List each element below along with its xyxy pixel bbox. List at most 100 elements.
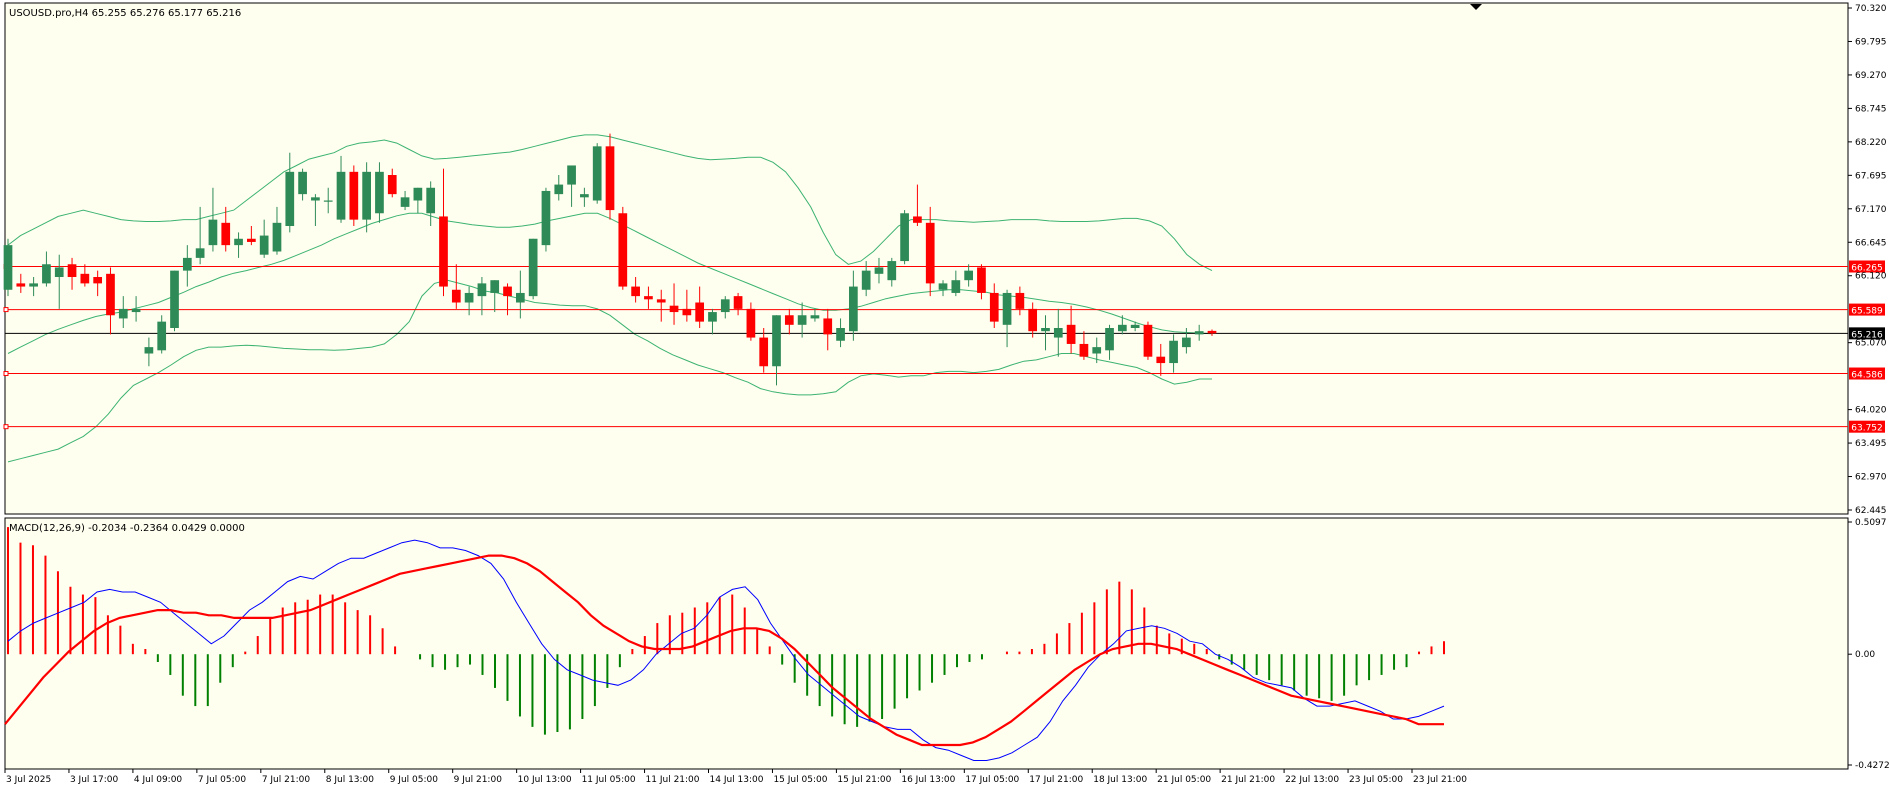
price-tick-label: 63.495 — [1855, 439, 1887, 449]
candle-body — [669, 305, 679, 313]
price-tick-label: 66.645 — [1855, 238, 1887, 248]
candle-body — [900, 213, 909, 262]
candle-body — [118, 308, 128, 319]
trading-chart[interactable]: 66.265 65.589 64.586 63.752 65.216 70.320 69.… — [0, 0, 1889, 792]
price-tick-label: 62.970 — [1855, 473, 1887, 483]
candle-body — [656, 299, 666, 303]
candle-body — [1105, 328, 1114, 351]
candle-body — [42, 264, 51, 284]
time-tick-label: 8 Jul 13:00 — [326, 775, 375, 785]
time-tick-label: 22 Jul 13:00 — [1285, 775, 1339, 785]
price-tick-label: 67.170 — [1855, 205, 1887, 215]
candle-body — [977, 267, 986, 293]
time-tick-label: 21 Jul 05:00 — [1157, 775, 1211, 785]
candle-body — [349, 171, 359, 220]
candle-body — [221, 222, 231, 246]
level-handle-3 — [3, 424, 9, 430]
price-tick-label: 67.695 — [1855, 171, 1887, 181]
candle-body — [989, 292, 999, 322]
level-handle-2 — [3, 371, 9, 377]
candle-body — [259, 235, 269, 255]
candle-body — [964, 270, 973, 281]
candle-body — [451, 289, 461, 303]
macd-pane[interactable] — [4, 517, 1849, 770]
candle-body — [1130, 324, 1140, 329]
chart-svg[interactable]: 66.26565.58964.58663.75265.216 70.32069.… — [0, 0, 1889, 792]
candle-body — [720, 299, 730, 313]
candle-body — [810, 315, 820, 319]
candle-body — [3, 245, 13, 290]
candle-body — [541, 190, 551, 246]
candle-body — [1053, 328, 1063, 338]
candle-body — [913, 216, 922, 223]
price-tick-label: 68.220 — [1855, 138, 1887, 148]
candle-body — [631, 286, 640, 297]
price-tick-label: 68.745 — [1855, 104, 1887, 114]
candle-body — [170, 270, 179, 329]
time-tick-label: 4 Jul 09:00 — [134, 775, 183, 785]
candle-body — [887, 261, 897, 281]
candle-body — [938, 283, 948, 290]
time-tick-label: 11 Jul 05:00 — [582, 775, 636, 785]
level-price-label-2: 64.586 — [1851, 371, 1883, 381]
candle-body — [682, 308, 692, 316]
price-tick-label: 62.445 — [1855, 506, 1887, 516]
candle-body — [849, 286, 858, 332]
price-tick-label: 66.120 — [1855, 272, 1887, 282]
time-tick-label: 10 Jul 13:00 — [518, 775, 572, 785]
candle — [3, 238, 13, 297]
chart-header: USOUSD.pro,H4 65.255 65.276 65.177 65.21… — [9, 8, 241, 19]
price-tick-label: 65.070 — [1855, 339, 1887, 349]
candle-body — [285, 171, 295, 227]
candle-body — [387, 175, 397, 195]
candle-body — [554, 184, 564, 195]
time-tick-label: 11 Jul 21:00 — [646, 775, 700, 785]
candle-body — [234, 238, 243, 246]
candle — [349, 165, 359, 227]
level-price-label-3: 63.752 — [1851, 424, 1883, 434]
candle-body — [400, 197, 410, 207]
time-tick-label: 3 Jul 17:00 — [70, 775, 119, 785]
candle-body — [336, 171, 346, 220]
time-tick-label: 9 Jul 21:00 — [454, 775, 503, 785]
candle-body — [195, 248, 205, 258]
candle-body — [515, 292, 525, 303]
candle-body — [106, 273, 115, 316]
candle-body — [746, 308, 756, 338]
candle — [900, 210, 909, 265]
candle-body — [772, 315, 781, 367]
candle-body — [618, 213, 628, 287]
macd-tick-label: -0.4272 — [1855, 761, 1889, 771]
candle-body — [1169, 340, 1178, 364]
candle-body — [759, 337, 769, 367]
time-tick-label: 15 Jul 05:00 — [773, 775, 827, 785]
candle — [170, 270, 179, 332]
time-tick-label: 23 Jul 21:00 — [1413, 775, 1467, 785]
candle-body — [1079, 343, 1089, 357]
candle-body — [298, 171, 307, 195]
time-tick-label: 23 Jul 05:00 — [1349, 775, 1403, 785]
candle-body — [67, 264, 77, 278]
candle-body — [272, 222, 282, 252]
candle-body — [784, 315, 794, 325]
candle-body — [1117, 324, 1127, 332]
time-tick-label: 7 Jul 21:00 — [262, 775, 311, 785]
time-tick-label: 14 Jul 13:00 — [710, 775, 764, 785]
macd-tick-label: 0.5097 — [1855, 518, 1887, 528]
candle-body — [464, 292, 474, 303]
candle-body — [861, 270, 871, 290]
level-handle-1 — [3, 307, 9, 313]
candle-body — [528, 238, 538, 297]
candle-body — [311, 197, 320, 201]
macd-tick-label: 0.00 — [1855, 650, 1875, 660]
candle-body — [247, 238, 256, 242]
candle-body — [836, 328, 845, 341]
candle — [541, 187, 551, 252]
candle-body — [323, 200, 333, 202]
candle-body — [426, 187, 436, 214]
candle-body — [567, 165, 576, 185]
candle-body — [439, 216, 448, 287]
candle-body — [503, 286, 512, 297]
candle-body — [375, 171, 384, 214]
candle-body — [144, 347, 154, 354]
